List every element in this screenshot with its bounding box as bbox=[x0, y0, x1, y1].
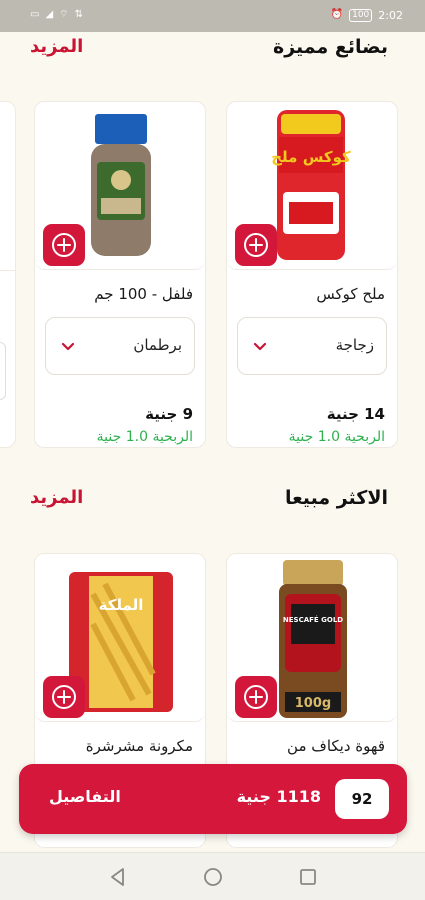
cart-count-badge: 92 bbox=[335, 779, 389, 819]
wifi-icon: ⌔ bbox=[59, 9, 69, 20]
sim-icon: ▭ bbox=[30, 9, 40, 20]
home-icon[interactable] bbox=[201, 865, 225, 889]
salt-brand-text: كوكس ملح bbox=[271, 148, 351, 166]
product-name: مكرونة مشرشرة bbox=[85, 737, 193, 755]
system-nav-bar bbox=[0, 852, 425, 900]
product-profit: الربحية 1.0 جنية bbox=[288, 429, 385, 445]
battery-icon: 100 bbox=[349, 8, 373, 22]
recents-icon[interactable] bbox=[296, 865, 320, 889]
product-card-salt[interactable]: كوكس ملح ملح كوكس زجاجة 14 جنية الربحية … bbox=[226, 101, 398, 448]
product-price: 9 جنية bbox=[145, 405, 193, 423]
plus-circle-icon bbox=[244, 233, 268, 257]
product-name: فلفل - 100 جم bbox=[94, 285, 193, 303]
coffee-brand-text: NESCAFÉ GOLD bbox=[283, 615, 343, 624]
pasta-brand-text: الملكة bbox=[99, 596, 144, 614]
chevron-down-icon bbox=[253, 342, 267, 351]
best-sellers-more-link[interactable]: المزيد bbox=[30, 487, 83, 508]
add-to-cart-button[interactable] bbox=[43, 224, 85, 266]
plus-circle-icon bbox=[52, 685, 76, 709]
product-profit: الربحية 1.0 جنية bbox=[96, 429, 193, 445]
add-to-cart-button[interactable] bbox=[235, 224, 277, 266]
status-right: ⏰ 100 2:02 bbox=[331, 8, 403, 22]
product-card-partial[interactable] bbox=[0, 101, 16, 448]
product-name: قهوة ديكاف من bbox=[287, 737, 385, 755]
product-price: 14 جنية bbox=[326, 405, 385, 423]
coffee-weight-text: 100g bbox=[295, 696, 331, 711]
product-card-pepper[interactable]: فلفل - 100 جم برطمان 9 جنية الربحية 1.0 … bbox=[34, 101, 206, 448]
signal-icon: ◢ bbox=[45, 9, 54, 20]
back-icon[interactable] bbox=[106, 865, 130, 889]
unit-dropdown[interactable]: زجاجة bbox=[237, 317, 387, 375]
unit-dropdown-partial[interactable] bbox=[0, 342, 6, 400]
cart-summary-bar[interactable]: التفاصيل 1118 جنية 92 bbox=[19, 764, 407, 834]
chevron-down-icon bbox=[61, 342, 75, 351]
featured-more-link[interactable]: المزيد bbox=[30, 36, 83, 57]
plus-circle-icon bbox=[52, 233, 76, 257]
cart-total: 1118 جنية bbox=[236, 787, 321, 806]
unit-dropdown[interactable]: برطمان bbox=[45, 317, 195, 375]
card-divider bbox=[0, 270, 15, 271]
plus-circle-icon bbox=[244, 685, 268, 709]
status-bar: ▭ ◢ ⌔ ⇅ ⏰ 100 2:02 bbox=[0, 0, 425, 32]
alarm-icon: ⏰ bbox=[330, 9, 344, 20]
add-to-cart-button[interactable] bbox=[235, 676, 277, 718]
unit-value: زجاجة bbox=[335, 336, 374, 354]
unit-value: برطمان bbox=[133, 336, 182, 354]
cart-details-button[interactable]: التفاصيل bbox=[49, 787, 121, 806]
data-icon: ⇅ bbox=[74, 9, 83, 20]
add-to-cart-button[interactable] bbox=[43, 676, 85, 718]
product-name: ملح كوكس bbox=[316, 285, 385, 303]
status-time: 2:02 bbox=[378, 8, 403, 22]
best-sellers-section-title: الاكثر مبيعا bbox=[284, 487, 388, 509]
featured-section-title: بضائع مميزة bbox=[272, 36, 388, 58]
status-left: ▭ ◢ ⌔ ⇅ bbox=[30, 8, 83, 22]
